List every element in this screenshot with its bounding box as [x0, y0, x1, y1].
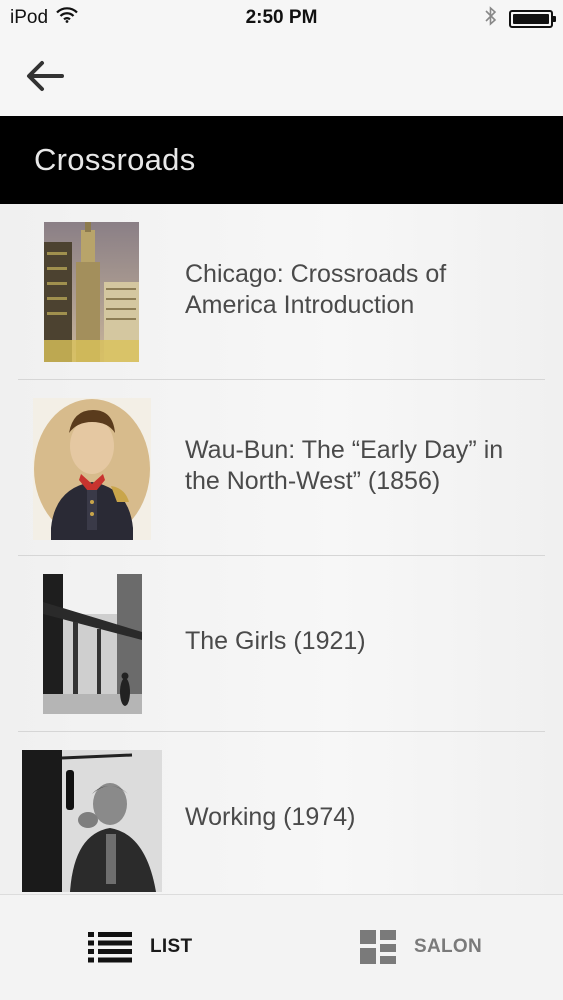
battery-icon	[509, 10, 556, 28]
title-bar: Crossroads	[0, 116, 563, 204]
list-item[interactable]: Working (1974)	[0, 732, 563, 894]
elevated-train-thumbnail	[43, 574, 142, 714]
list-item[interactable]: Wau-Bun: The “Early Day” in the North-We…	[0, 380, 563, 556]
item-title: Working (1974)	[185, 803, 356, 831]
skyscraper-thumbnail	[44, 222, 139, 362]
item-list: Chicago: Crossroads of America Introduct…	[0, 204, 563, 894]
tab-list[interactable]: LIST	[88, 925, 192, 969]
status-bar: iPod 2:50 PM	[0, 0, 563, 36]
tab-bar: LIST SALON	[0, 894, 563, 1000]
list-icon	[88, 932, 132, 963]
back-button[interactable]	[22, 56, 68, 96]
tab-salon-label: SALON	[414, 936, 482, 957]
list-item[interactable]: The Girls (1921)	[0, 556, 563, 732]
arrow-left-icon	[27, 61, 64, 91]
tab-salon[interactable]: SALON	[360, 925, 482, 969]
list-item[interactable]: Chicago: Crossroads of America Introduct…	[0, 204, 563, 380]
tab-list-label: LIST	[150, 936, 193, 957]
nav-bar	[0, 36, 563, 116]
portrait-thumbnail	[33, 398, 151, 540]
salon-grid-icon	[360, 930, 396, 964]
page-title: Crossroads	[34, 142, 196, 177]
item-title: Wau-Bun: The “Early Day” in the North-We…	[185, 436, 504, 495]
item-title: Chicago: Crossroads of America Introduct…	[185, 260, 447, 319]
bluetooth-icon	[485, 6, 497, 32]
man-microphone-thumbnail	[22, 750, 162, 892]
status-right	[485, 6, 556, 32]
item-title: The Girls (1921)	[185, 627, 366, 655]
status-time: 2:50 PM	[245, 7, 318, 28]
